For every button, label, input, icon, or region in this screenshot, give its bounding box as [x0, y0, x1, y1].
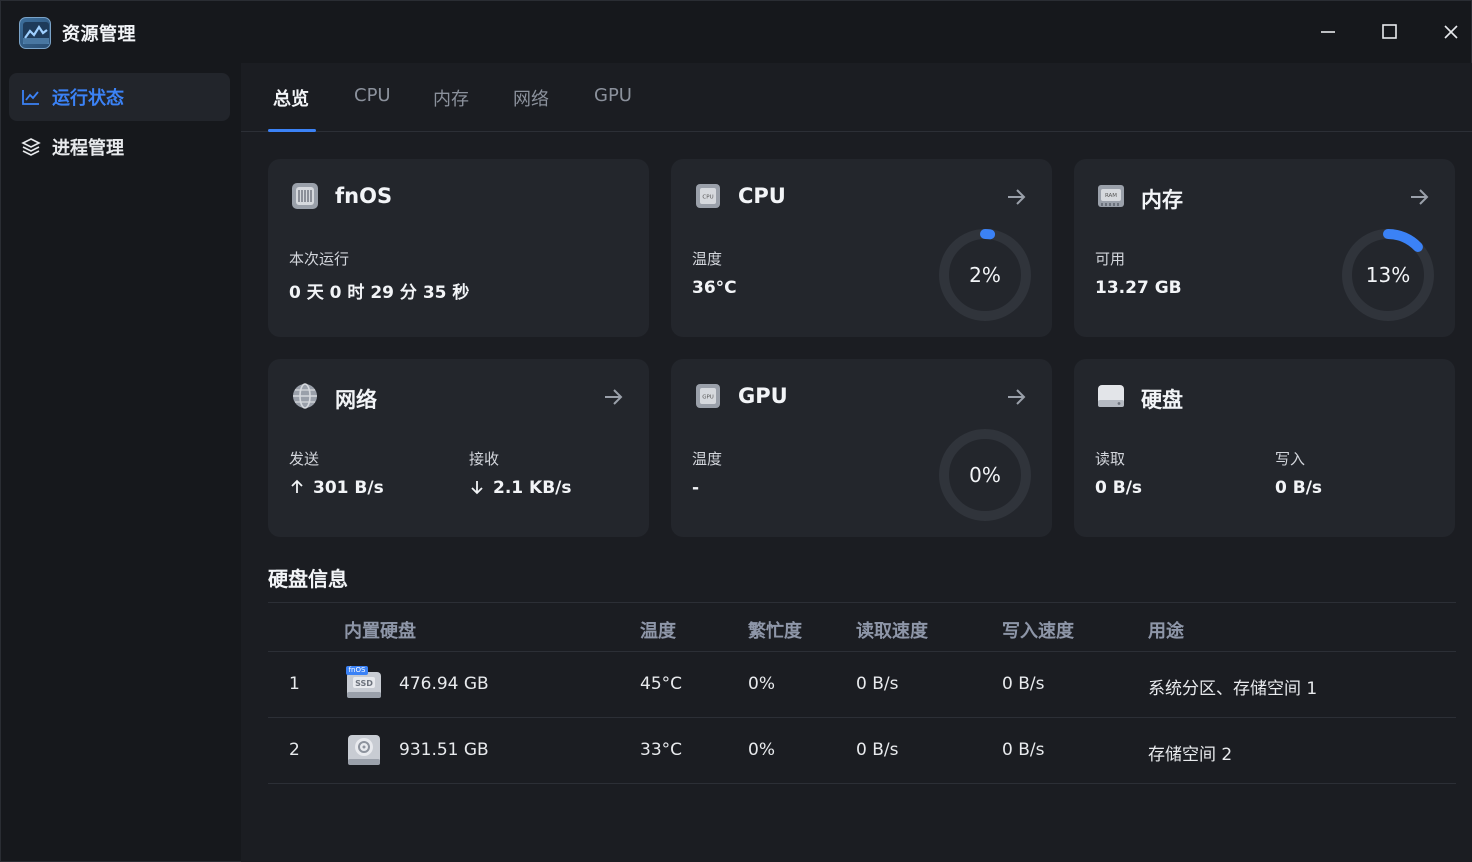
disk-capacity: 931.51 GB — [399, 740, 489, 760]
layers-icon — [21, 137, 41, 157]
arrow-right-icon[interactable] — [1004, 385, 1028, 409]
svg-text:RAM: RAM — [1105, 193, 1117, 199]
minimize-button[interactable] — [1313, 15, 1343, 49]
column-header: 用途 — [1148, 621, 1184, 642]
hdd-icon — [346, 732, 382, 768]
receive-label: 接收 — [469, 450, 500, 468]
send-value: 301 B/s — [313, 478, 384, 498]
disk-usage: 存储空间 2 — [1148, 745, 1233, 765]
disk-read-value: 0 B/s — [1095, 478, 1143, 498]
disk-write-value: 0 B/s — [1275, 478, 1323, 498]
svg-text:SSD: SSD — [355, 679, 373, 688]
disk-busy: 0% — [748, 740, 775, 760]
card-memory[interactable]: RAM 内存 可用 13.27 GB 13% — [1074, 159, 1455, 337]
arrow-up-icon — [291, 479, 303, 493]
column-header: 内置硬盘 — [344, 621, 416, 642]
svg-text:GPU: GPU — [702, 395, 714, 401]
column-header: 写入速度 — [1002, 621, 1074, 642]
table-row[interactable]: 2 931.51 GB 33°C 0% 0 B/s 0 B/s 存储空间 2 — [268, 718, 1456, 784]
disk-read-label: 读取 — [1095, 450, 1126, 468]
row-index: 2 — [289, 740, 300, 760]
monitor-app-icon — [19, 17, 51, 49]
send-label: 发送 — [289, 450, 320, 468]
arrow-right-icon[interactable] — [1407, 185, 1431, 209]
tab-overview[interactable]: 总览 — [273, 85, 309, 111]
tab-cpu[interactable]: CPU — [354, 85, 391, 106]
row-index: 1 — [289, 674, 300, 694]
gpu-chip-icon: GPU — [693, 381, 723, 411]
disk-capacity: 476.94 GB — [399, 674, 489, 694]
disk-busy: 0% — [748, 674, 775, 694]
disk-drive-icon — [1096, 381, 1126, 411]
close-button[interactable] — [1436, 15, 1466, 49]
app-window: 资源管理 运行状态 进程管理 总览 CPU 内存 网络 GPU fnOS 本次运… — [0, 0, 1472, 862]
ram-chip-icon: RAM — [1096, 181, 1126, 211]
tab-active-indicator — [268, 129, 316, 132]
main-panel: 总览 CPU 内存 网络 GPU fnOS 本次运行 0 天 0 时 29 分 … — [241, 63, 1472, 862]
gpu-temp-value: - — [692, 478, 700, 498]
card-network[interactable]: 网络 发送 301 B/s 接收 2.1 KB/s — [268, 359, 649, 537]
app-title: 资源管理 — [62, 24, 136, 45]
disk-read-speed: 0 B/s — [856, 740, 899, 760]
disk-temp: 33°C — [640, 740, 683, 760]
disk-write-speed: 0 B/s — [1002, 674, 1045, 694]
tab-bar: 总览 CPU 内存 网络 GPU — [241, 63, 1472, 132]
sidebar-item-process[interactable]: 进程管理 — [9, 123, 230, 171]
memory-usage-value: 13% — [1365, 263, 1411, 287]
table-header: 内置硬盘 温度 繁忙度 读取速度 写入速度 用途 — [268, 602, 1456, 652]
ssd-icon: SSD fnOS — [346, 666, 382, 702]
card-title: 内存 — [1141, 188, 1183, 212]
column-header: 温度 — [640, 621, 676, 642]
title-bar: 资源管理 — [1, 1, 1472, 63]
receive-rate: 2.1 KB/s — [469, 478, 572, 498]
card-gpu[interactable]: GPU GPU 温度 - 0% — [671, 359, 1052, 537]
arrow-right-icon[interactable] — [601, 385, 625, 409]
disk-read-speed: 0 B/s — [856, 674, 899, 694]
sidebar: 运行状态 进程管理 — [1, 63, 241, 862]
gpu-usage-value: 0% — [969, 463, 1001, 487]
chart-line-icon — [21, 87, 41, 107]
fnos-badge: fnOS — [348, 666, 366, 674]
card-title: GPU — [738, 384, 788, 408]
cpu-temp-label: 温度 — [692, 250, 723, 268]
tab-gpu[interactable]: GPU — [594, 85, 632, 106]
uptime-value: 0 天 0 时 29 分 35 秒 — [289, 283, 470, 303]
svg-text:CPU: CPU — [702, 195, 713, 201]
memory-available-label: 可用 — [1095, 250, 1126, 268]
table-row[interactable]: 1 SSD fnOS 476.94 GB 45°C 0% 0 B/s 0 B/s… — [268, 652, 1456, 718]
cpu-temp-value: 36°C — [692, 278, 737, 298]
memory-available-value: 13.27 GB — [1095, 278, 1182, 298]
sidebar-item-status[interactable]: 运行状态 — [9, 73, 230, 121]
card-cpu[interactable]: CPU CPU 温度 36°C 2% — [671, 159, 1052, 337]
arrow-down-icon — [471, 481, 483, 495]
disk-write-speed: 0 B/s — [1002, 740, 1045, 760]
card-title: CPU — [738, 184, 786, 208]
server-chip-icon — [290, 181, 320, 211]
maximize-button[interactable] — [1374, 15, 1404, 49]
gpu-temp-label: 温度 — [692, 450, 723, 468]
card-title: 网络 — [335, 388, 377, 412]
card-title: fnOS — [335, 184, 393, 208]
receive-value: 2.1 KB/s — [493, 478, 572, 498]
arrow-right-icon[interactable] — [1004, 185, 1028, 209]
cpu-usage-value: 2% — [969, 263, 1001, 287]
send-rate: 301 B/s — [289, 478, 384, 498]
disk-info-title: 硬盘信息 — [268, 567, 348, 591]
card-fnos: fnOS 本次运行 0 天 0 时 29 分 35 秒 — [268, 159, 649, 337]
globe-icon — [290, 381, 320, 411]
disk-temp: 45°C — [640, 674, 683, 694]
tab-network[interactable]: 网络 — [513, 85, 549, 111]
disk-usage: 系统分区、存储空间 1 — [1148, 679, 1318, 699]
cpu-chip-icon: CPU — [693, 181, 723, 211]
card-disk: 硬盘 读取 0 B/s 写入 0 B/s — [1074, 359, 1455, 537]
disk-write-label: 写入 — [1275, 450, 1306, 468]
tab-memory[interactable]: 内存 — [433, 85, 469, 111]
card-title: 硬盘 — [1141, 388, 1183, 412]
column-header: 读取速度 — [856, 621, 928, 642]
uptime-label: 本次运行 — [289, 250, 350, 268]
sidebar-item-label: 运行状态 — [52, 88, 124, 109]
sidebar-item-label: 进程管理 — [52, 138, 124, 159]
column-header: 繁忙度 — [748, 621, 802, 642]
